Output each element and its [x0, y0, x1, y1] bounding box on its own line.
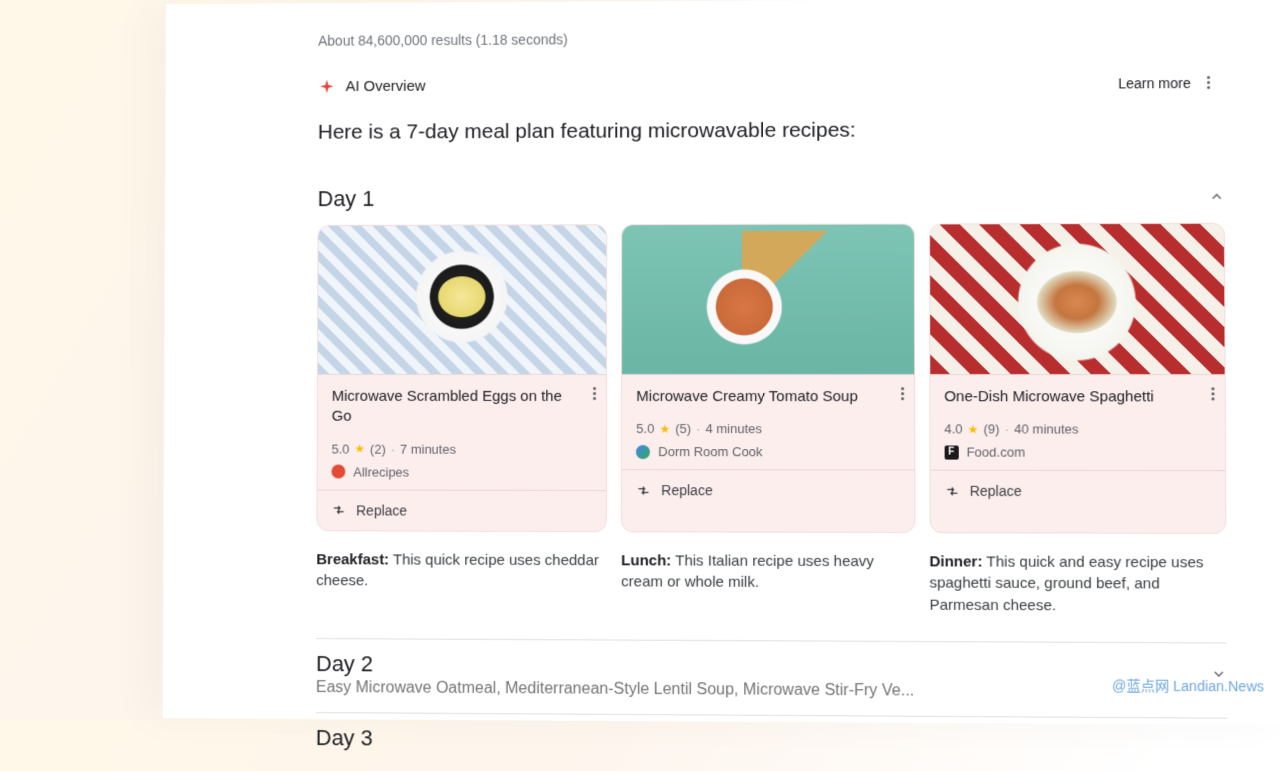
chevron-up-icon — [1209, 189, 1225, 205]
recipe-image — [622, 225, 913, 376]
recipe-meta: 5.0 ★ (2) · 7 minutes — [332, 441, 593, 456]
day-3-header[interactable]: Day 3 — [316, 712, 1228, 771]
day-1-descriptions: Breakfast: This quick recipe uses chedda… — [316, 549, 1227, 618]
swap-icon — [944, 484, 959, 499]
day-2-header[interactable]: Day 2 Easy Microwave Oatmeal, Mediterran… — [316, 638, 1227, 718]
ai-overview-menu-button[interactable] — [1203, 72, 1214, 93]
recipe-title: Microwave Creamy Tomato Soup — [636, 387, 899, 407]
results-stats: About 84,600,000 results (1.18 seconds) — [318, 28, 1224, 49]
recipe-title: Microwave Scrambled Eggs on the Go — [332, 387, 593, 428]
meal-desc-breakfast: Breakfast: This quick recipe uses chedda… — [316, 549, 607, 615]
recipe-meta: 4.0 ★ (9) · 40 minutes — [944, 422, 1210, 437]
learn-more-link[interactable]: Learn more — [1118, 75, 1191, 91]
replace-button[interactable]: Replace — [930, 470, 1225, 512]
replace-button[interactable]: Replace — [317, 489, 606, 531]
star-icon: ★ — [968, 422, 979, 436]
day-1-cards: Microwave Scrambled Eggs on the Go 5.0 ★… — [316, 223, 1226, 534]
ai-overview-intro: Here is a 7-day meal plan featuring micr… — [318, 117, 1225, 145]
ai-overview-title: AI Overview — [318, 77, 426, 95]
meal-desc-dinner: Dinner: This quick and easy recipe uses … — [929, 551, 1226, 618]
rating-count: (9) — [983, 422, 999, 437]
recipe-menu-button[interactable] — [593, 387, 596, 400]
rating-count: (2) — [370, 441, 386, 456]
meal-desc-lunch: Lunch: This Italian recipe uses heavy cr… — [621, 550, 915, 617]
cook-time: 7 minutes — [400, 441, 456, 456]
cook-time: 40 minutes — [1014, 422, 1079, 437]
source-name: Allrecipes — [353, 464, 409, 479]
recipe-card-breakfast[interactable]: Microwave Scrambled Eggs on the Go 5.0 ★… — [316, 224, 607, 531]
recipe-source: F Food.com — [944, 445, 1210, 461]
separator: · — [1005, 422, 1009, 437]
source-favicon-icon — [636, 445, 650, 459]
source-name: Food.com — [966, 445, 1025, 460]
replace-label: Replace — [356, 502, 407, 518]
source-name: Dorm Room Cook — [658, 444, 762, 459]
ai-overview-label: AI Overview — [346, 78, 426, 95]
day-3-title: Day 3 — [316, 725, 373, 751]
sparkle-icon — [318, 78, 336, 96]
day-2-title: Day 2 — [316, 651, 914, 680]
recipe-menu-button[interactable] — [901, 387, 904, 400]
recipe-meta: 5.0 ★ (5) · 4 minutes — [636, 421, 900, 436]
meal-label: Breakfast: — [316, 551, 389, 568]
day-2-preview: Easy Microwave Oatmeal, Mediterranean-St… — [316, 679, 914, 701]
star-icon: ★ — [659, 422, 670, 436]
separator: · — [391, 441, 395, 456]
rating-value: 5.0 — [636, 421, 654, 436]
recipe-title: One-Dish Microwave Spaghetti — [944, 387, 1210, 408]
star-icon: ★ — [354, 442, 365, 456]
replace-label: Replace — [970, 483, 1022, 499]
recipe-menu-button[interactable] — [1211, 387, 1214, 400]
rating-count: (5) — [675, 421, 691, 436]
separator: · — [696, 421, 700, 436]
day-1-header[interactable]: Day 1 — [317, 171, 1224, 225]
cook-time: 4 minutes — [705, 421, 762, 436]
source-favicon-icon — [331, 465, 345, 479]
recipe-image — [930, 224, 1225, 375]
recipe-image — [318, 225, 607, 375]
recipe-card-dinner[interactable]: One-Dish Microwave Spaghetti 4.0 ★ (9) ·… — [929, 223, 1227, 534]
meal-label: Lunch: — [621, 552, 671, 569]
rating-value: 5.0 — [332, 441, 350, 456]
swap-icon — [636, 483, 651, 498]
replace-button[interactable]: Replace — [622, 469, 914, 511]
search-results-page: About 84,600,000 results (1.18 seconds) … — [163, 0, 1280, 725]
recipe-card-lunch[interactable]: Microwave Creamy Tomato Soup 5.0 ★ (5) ·… — [621, 224, 915, 533]
source-favicon-icon: F — [944, 445, 958, 459]
day-1-title: Day 1 — [318, 186, 375, 212]
ai-overview-header: AI Overview Learn more — [318, 72, 1224, 97]
rating-value: 4.0 — [944, 422, 962, 437]
replace-label: Replace — [661, 482, 712, 498]
recipe-source: Allrecipes — [331, 464, 592, 479]
swap-icon — [331, 502, 346, 517]
recipe-source: Dorm Room Cook — [636, 444, 900, 459]
meal-label: Dinner: — [929, 553, 982, 570]
watermark: @蓝点网 Landian.News — [1112, 675, 1264, 696]
